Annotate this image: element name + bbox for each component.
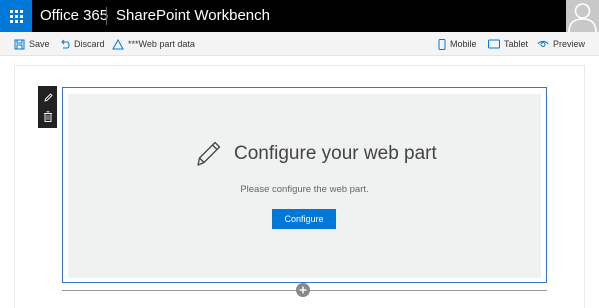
eye-icon <box>537 40 549 47</box>
waffle-icon <box>9 9 23 23</box>
avatar[interactable] <box>566 0 599 32</box>
trash-icon <box>43 111 52 122</box>
delete-web-part-button[interactable] <box>41 110 54 123</box>
save-button[interactable]: Save <box>14 32 50 56</box>
mobile-icon <box>438 38 446 50</box>
suite-bar: Office 365 SharePoint Workbench <box>0 0 599 32</box>
warning-triangle-icon <box>112 38 124 49</box>
pencil-icon <box>43 92 53 102</box>
mobile-label: Mobile <box>450 39 477 49</box>
configure-button[interactable]: Configure <box>272 209 336 229</box>
tablet-button[interactable]: Tablet <box>488 32 528 56</box>
web-part-data-button[interactable]: ***Web part data <box>112 32 195 56</box>
placeholder-description: Please configure the web part. <box>240 184 369 195</box>
discard-label: Discard <box>74 39 105 49</box>
add-web-part-button[interactable] <box>296 283 310 297</box>
preview-button[interactable]: Preview <box>537 32 585 56</box>
app-title[interactable]: SharePoint Workbench <box>116 0 270 32</box>
web-part-toolbar <box>38 86 57 128</box>
save-icon <box>14 39 25 49</box>
save-label: Save <box>29 39 50 49</box>
app-launcher-button[interactable] <box>0 0 32 32</box>
user-icon <box>568 3 597 32</box>
plus-icon <box>299 286 307 294</box>
brand-label[interactable]: Office 365 <box>40 0 108 32</box>
placeholder-title: Configure your web part <box>234 143 437 164</box>
command-bar: Save Discard ***Web part data Mobile Tab… <box>0 32 599 56</box>
tablet-icon <box>488 39 500 49</box>
discard-button[interactable]: Discard <box>59 32 105 56</box>
mobile-button[interactable]: Mobile <box>438 32 477 56</box>
suite-bar-divider <box>106 7 107 25</box>
configure-pencil-icon <box>194 138 224 168</box>
preview-label: Preview <box>553 39 586 49</box>
tablet-label: Tablet <box>504 39 529 49</box>
web-part-data-label: ***Web part data <box>128 39 195 49</box>
edit-web-part-button[interactable] <box>41 91 54 104</box>
undo-icon <box>61 39 70 48</box>
